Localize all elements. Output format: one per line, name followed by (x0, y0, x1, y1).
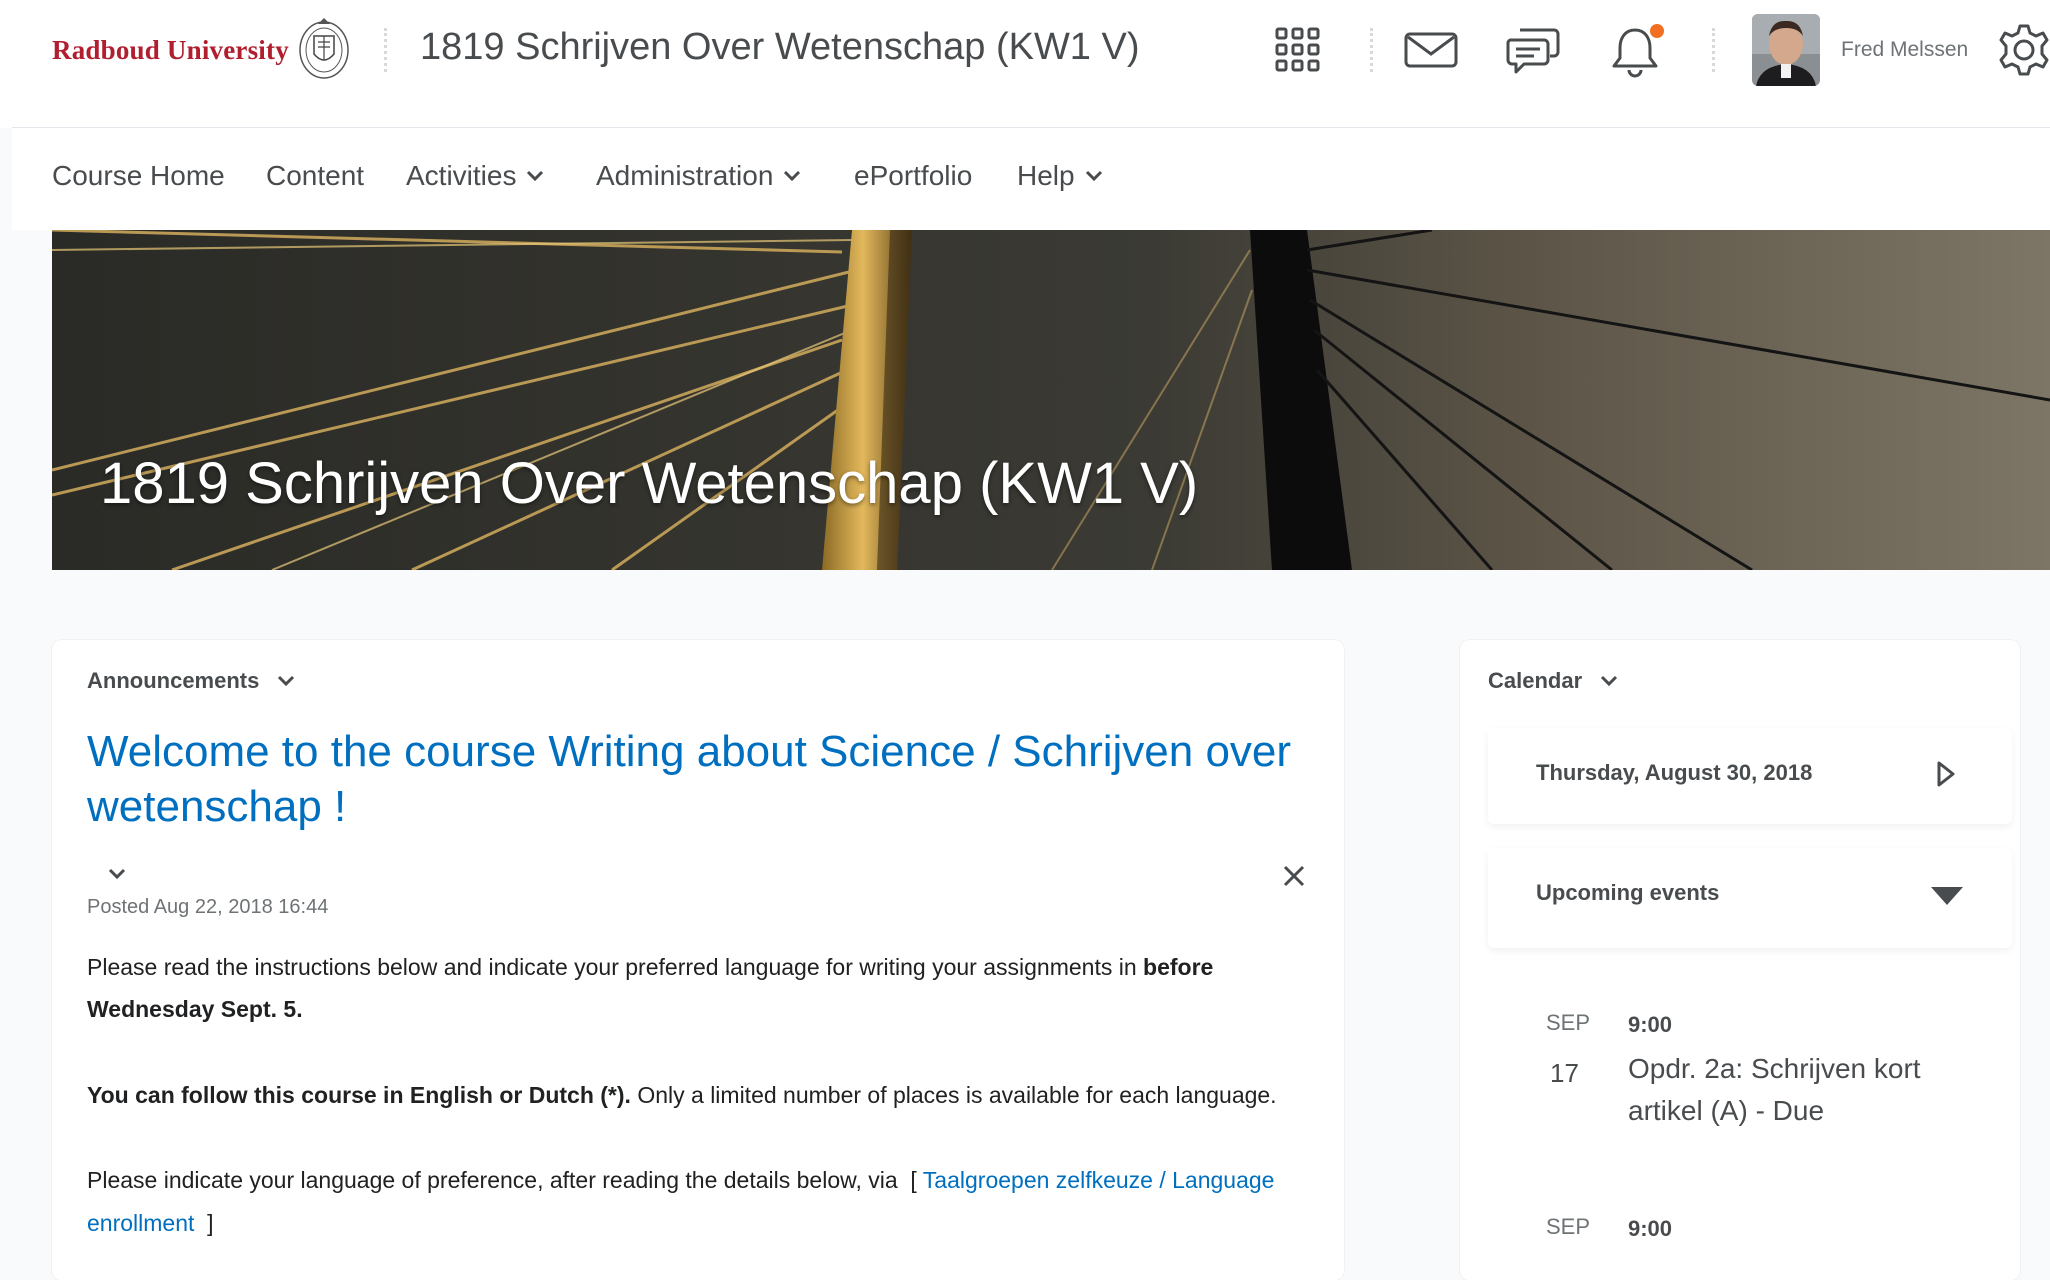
event-day: 17 (1550, 1058, 1579, 1088)
notification-dot (1650, 24, 1664, 38)
bracket-close: ] (207, 1210, 214, 1236)
avatar[interactable] (1752, 14, 1820, 86)
paragraph-text: Please read the instructions below and i… (87, 954, 1144, 980)
nav-label: ePortfolio (854, 160, 973, 191)
nav-help[interactable]: Help (1017, 160, 1103, 192)
header-course-title[interactable]: 1819 Schrijven Over Wetenschap (KW1 V) (420, 26, 1140, 69)
bracket-open: [ (910, 1167, 917, 1193)
nav-label: Administration (596, 160, 774, 191)
calendar-heading-label: Calendar (1488, 668, 1583, 693)
header-separator (1712, 28, 1715, 72)
banner-course-title: 1819 Schrijven Over Wetenschap (KW1 V) (100, 451, 1199, 516)
close-icon[interactable] (1282, 864, 1306, 888)
event-time: 9:00 (1628, 1012, 1673, 1037)
next-day-icon[interactable] (1936, 760, 1956, 788)
event-title-link[interactable]: Opdr. 2a: Schrijven kort artikel (A) - D… (1628, 1048, 1968, 1132)
chevron-down-icon (278, 675, 295, 687)
caret-down-icon[interactable] (1930, 886, 1964, 906)
paragraph-text: Only a limited number of places is avail… (630, 1082, 1277, 1108)
nav-label: Help (1017, 160, 1075, 191)
chevron-down-icon (1601, 675, 1618, 687)
nav-activities[interactable]: Activities (406, 160, 544, 192)
mail-icon[interactable] (1404, 32, 1458, 68)
university-seal-icon[interactable] (296, 14, 352, 82)
announcements-heading-label: Announcements (87, 668, 260, 693)
nav-administration[interactable]: Administration (596, 160, 801, 192)
announcements-heading[interactable]: Announcements (87, 668, 295, 694)
paragraph-bold: You can follow this course in English or… (87, 1082, 631, 1108)
gear-icon[interactable] (1998, 22, 2050, 78)
bridge-banner-image (52, 230, 2050, 570)
university-logo-text[interactable]: Radboud University (52, 35, 289, 66)
user-name[interactable]: Fred Melssen (1841, 38, 1968, 62)
nav-label: Course Home (52, 160, 225, 191)
calendar-heading[interactable]: Calendar (1488, 668, 1618, 694)
nav-eportfolio[interactable]: ePortfolio (854, 160, 972, 192)
chat-icon[interactable] (1506, 26, 1560, 76)
nav-label: Activities (406, 160, 517, 191)
chevron-down-icon (1085, 170, 1102, 182)
calendar-current-date: Thursday, August 30, 2018 (1536, 760, 1813, 785)
header-separator (384, 28, 387, 72)
announcement-paragraph: Please read the instructions below and i… (87, 946, 1317, 1030)
course-banner: 1819 Schrijven Over Wetenschap (KW1 V) (52, 230, 2050, 570)
event-time: 9:00 (1628, 1216, 1673, 1241)
nav-course-home[interactable]: Course Home (52, 160, 225, 192)
header-separator (1370, 28, 1373, 72)
event-month: SEP (1546, 1214, 1591, 1239)
grid-icon[interactable] (1274, 26, 1322, 74)
chevron-down-icon[interactable] (108, 868, 126, 880)
nav-label: Content (266, 160, 365, 191)
chevron-down-icon (784, 170, 801, 182)
nav-content[interactable]: Content (266, 160, 364, 192)
announcement-paragraph: You can follow this course in English or… (87, 1074, 1317, 1116)
announcement-paragraph: Please indicate your language of prefere… (87, 1159, 1317, 1245)
upcoming-events-label: Upcoming events (1536, 880, 1720, 905)
chevron-down-icon (527, 170, 544, 182)
announcement-title-link[interactable]: Welcome to the course Writing about Scie… (87, 724, 1307, 834)
paragraph-text: Please indicate your language of prefere… (87, 1167, 898, 1193)
event-month: SEP (1546, 1010, 1591, 1035)
posted-date: Posted Aug 22, 2018 16:44 (87, 896, 329, 918)
